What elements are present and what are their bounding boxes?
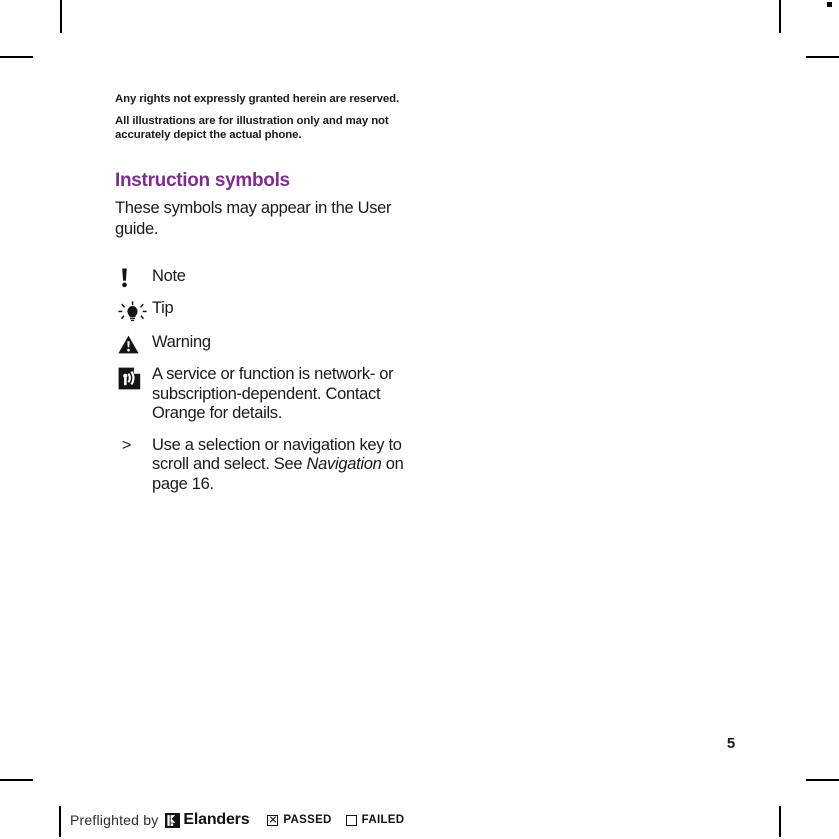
failed-checkbox[interactable] — [345, 814, 357, 826]
crop-mark-bottom-right-horizontal — [806, 779, 839, 781]
page-number: 5 — [726, 735, 735, 752]
greater-than-glyph: > — [122, 436, 132, 454]
footer-divider-right — [779, 806, 781, 837]
legend-label-network-service: A service or function is network- or sub… — [152, 365, 394, 422]
crop-mark-bottom-left-horizontal — [0, 779, 33, 781]
legend-label-navigation: Use a selection or navigation key to scr… — [152, 436, 415, 495]
passed-label: PASSED — [283, 814, 332, 826]
elanders-logo: Elanders — [165, 811, 250, 829]
crop-mark-top-right-horizontal — [806, 56, 839, 58]
page-title: Instruction symbols — [115, 170, 290, 191]
preflight-label: Preflighted by — [70, 812, 159, 828]
legend-label-note: Note — [152, 267, 186, 285]
legend-row-navigation: > Use a selection or navigation key to s… — [115, 436, 415, 495]
legend-navigation-reference: Navigation — [306, 455, 382, 473]
status-failed[interactable]: FAILED — [345, 814, 405, 826]
failed-label: FAILED — [361, 814, 405, 826]
registration-mark — [827, 2, 832, 7]
section-intro-text: These symbols may appear in the User gui… — [115, 199, 392, 238]
lightbulb-icon — [115, 299, 152, 322]
legend-label-tip: Tip — [152, 299, 174, 317]
elanders-logo-text: Elanders — [183, 811, 250, 828]
instruction-symbols-legend: Note Tip Warning A service or function i… — [115, 267, 415, 494]
status-passed[interactable]: PASSED — [267, 814, 331, 826]
legend-row-note: Note — [115, 267, 415, 288]
crop-mark-top-left-horizontal — [0, 56, 33, 58]
passed-checkbox[interactable] — [267, 814, 279, 826]
exclamation-mark-icon — [115, 267, 152, 288]
legend-row-warning: Warning — [115, 333, 415, 354]
greater-than-symbol: > — [115, 436, 152, 456]
legend-row-tip: Tip — [115, 299, 415, 322]
page-content: Any rights not expressly granted herein … — [115, 92, 415, 505]
legend-row-network-service: A service or function is network- or sub… — [115, 365, 415, 424]
network-service-icon — [115, 365, 152, 390]
preflight-footer: Preflighted by Elanders PASSED FAILED — [60, 807, 418, 833]
printed-page: Any rights not expressly granted herein … — [60, 57, 780, 780]
intro-lead-text: Any rights not expressly granted herein … — [115, 93, 400, 105]
intro-body-text: All illustrations are for illustration o… — [115, 115, 389, 141]
legend-label-warning: Warning — [152, 333, 211, 351]
elanders-logo-mark — [165, 812, 181, 828]
warning-triangle-icon — [115, 333, 152, 354]
crop-mark-top-right-vertical — [779, 0, 781, 33]
crop-mark-top-left-vertical — [60, 0, 62, 33]
